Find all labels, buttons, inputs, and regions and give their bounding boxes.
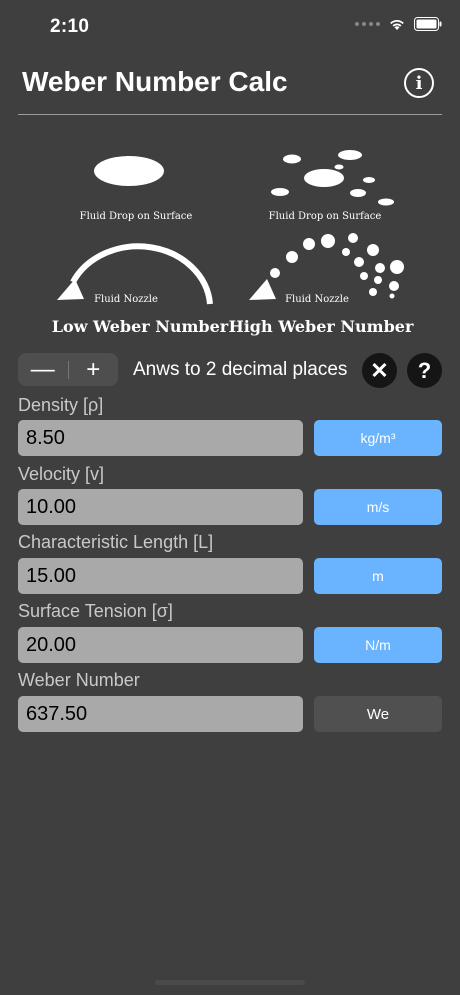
status-bar: 2:10 bbox=[0, 0, 460, 54]
info-icon: i bbox=[415, 72, 423, 94]
length-label: Characteristic Length [L] bbox=[18, 532, 214, 552]
surface-tension-unit-button[interactable]: N/m bbox=[314, 627, 442, 663]
header-divider bbox=[18, 114, 442, 115]
home-indicator bbox=[155, 980, 305, 985]
decimal-places-label: Anws to 2 decimal places bbox=[133, 359, 348, 380]
drop-caption-right: Fluid Drop on Surface bbox=[269, 211, 382, 222]
battery-icon bbox=[414, 17, 442, 31]
info-button[interactable]: i bbox=[404, 68, 434, 98]
drops-scatter-right bbox=[271, 150, 394, 206]
high-weber-label: High Weber Number bbox=[229, 317, 414, 336]
page-title: Weber Number Calc bbox=[22, 66, 288, 97]
length-input[interactable] bbox=[18, 558, 303, 594]
weber-number-label: Weber Number bbox=[18, 670, 140, 690]
nozzle-right bbox=[249, 233, 404, 300]
velocity-input[interactable] bbox=[18, 489, 303, 525]
drop-shape-left bbox=[94, 156, 164, 186]
velocity-label: Velocity [v] bbox=[18, 464, 105, 484]
increment-button[interactable]: + bbox=[69, 353, 119, 386]
clear-button[interactable]: ✕ bbox=[362, 353, 397, 388]
drop-caption-left: Fluid Drop on Surface bbox=[80, 211, 193, 222]
wifi-icon bbox=[390, 19, 404, 30]
weber-illustration: Fluid Drop on Surface Fluid Drop on Surf… bbox=[52, 150, 414, 336]
decrement-button[interactable]: — bbox=[18, 353, 68, 386]
decimal-stepper[interactable]: — + bbox=[18, 353, 118, 386]
density-unit-button[interactable]: kg/m³ bbox=[314, 420, 442, 456]
surface-tension-input[interactable] bbox=[18, 627, 303, 663]
low-weber-label: Low Weber Number bbox=[52, 317, 229, 336]
weber-unit-button[interactable]: We bbox=[314, 696, 442, 732]
nozzle-caption-left: Fluid Nozzle bbox=[94, 294, 158, 305]
surface-tension-label: Surface Tension [σ] bbox=[18, 601, 173, 621]
nozzle-caption-right: Fluid Nozzle bbox=[285, 294, 349, 305]
density-label: Density [ρ] bbox=[18, 395, 104, 415]
cellular-icon bbox=[355, 22, 380, 26]
velocity-unit-button[interactable]: m/s bbox=[314, 489, 442, 525]
length-unit-button[interactable]: m bbox=[314, 558, 442, 594]
help-icon: ? bbox=[417, 357, 432, 383]
status-icons bbox=[355, 17, 442, 31]
density-input[interactable] bbox=[18, 420, 303, 456]
status-time: 2:10 bbox=[50, 16, 90, 37]
help-button[interactable]: ? bbox=[407, 353, 442, 388]
weber-number-output[interactable] bbox=[18, 696, 303, 732]
close-icon: ✕ bbox=[370, 357, 389, 383]
